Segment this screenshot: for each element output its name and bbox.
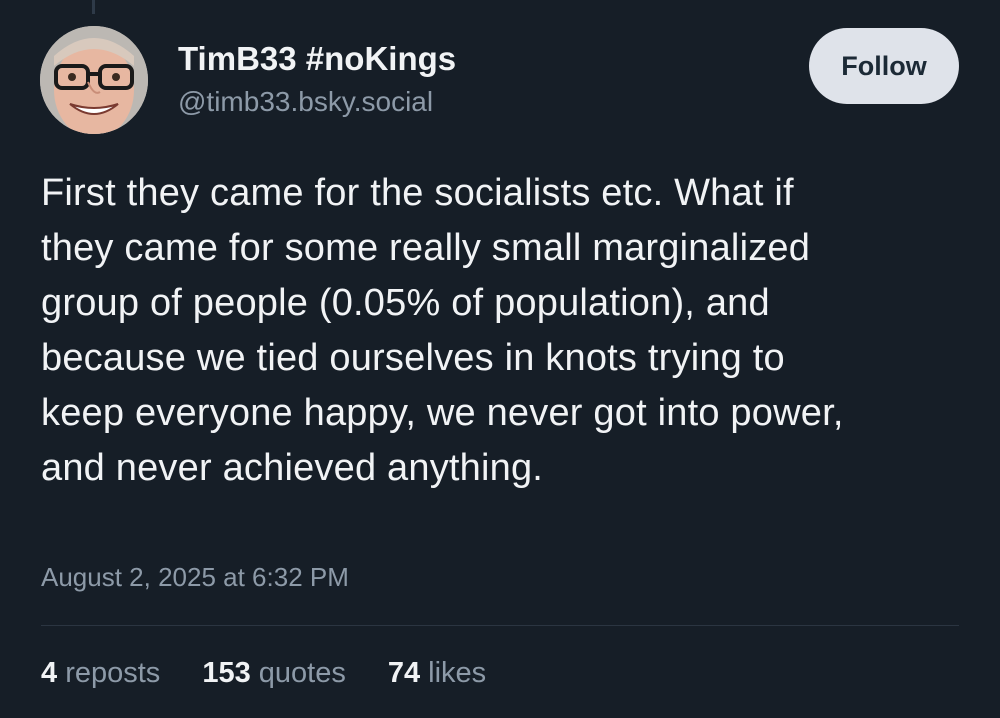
thread-line [92,0,95,14]
avatar-photo-icon [40,26,148,134]
post-stats: 4 reposts 153 quotes 74 likes [41,657,486,690]
divider [41,625,959,626]
quotes-stat[interactable]: 153 quotes [202,657,346,690]
post-text-line: group of people (0.05% of population), a… [41,282,770,324]
avatar[interactable] [40,26,148,134]
post-text: First they came for the socialists etc. … [41,166,971,496]
reposts-stat[interactable]: 4 reposts [41,657,160,690]
reposts-count: 4 [41,657,58,689]
post-text-line: keep everyone happy, we never got into p… [41,392,844,434]
post-text-line: and never achieved anything. [41,447,544,489]
post-card: TimB33 #noKings @timb33.bsky.social Foll… [0,0,1000,718]
likes-label: likes [428,657,487,689]
quotes-count: 153 [202,657,251,689]
post-text-line: they came for some really small marginal… [41,227,811,269]
follow-button[interactable]: Follow [809,28,959,104]
author-display-name[interactable]: TimB33 #noKings [178,40,456,78]
author-handle[interactable]: @timb33.bsky.social [178,86,433,118]
likes-stat[interactable]: 74 likes [388,657,486,690]
post-text-line: because we tied ourselves in knots tryin… [41,337,785,379]
post-timestamp[interactable]: August 2, 2025 at 6:32 PM [41,562,349,593]
likes-count: 74 [387,657,421,689]
quotes-label: quotes [258,657,346,689]
post-text-line: First they came for the socialists etc. … [41,172,794,214]
reposts-label: reposts [65,657,161,689]
